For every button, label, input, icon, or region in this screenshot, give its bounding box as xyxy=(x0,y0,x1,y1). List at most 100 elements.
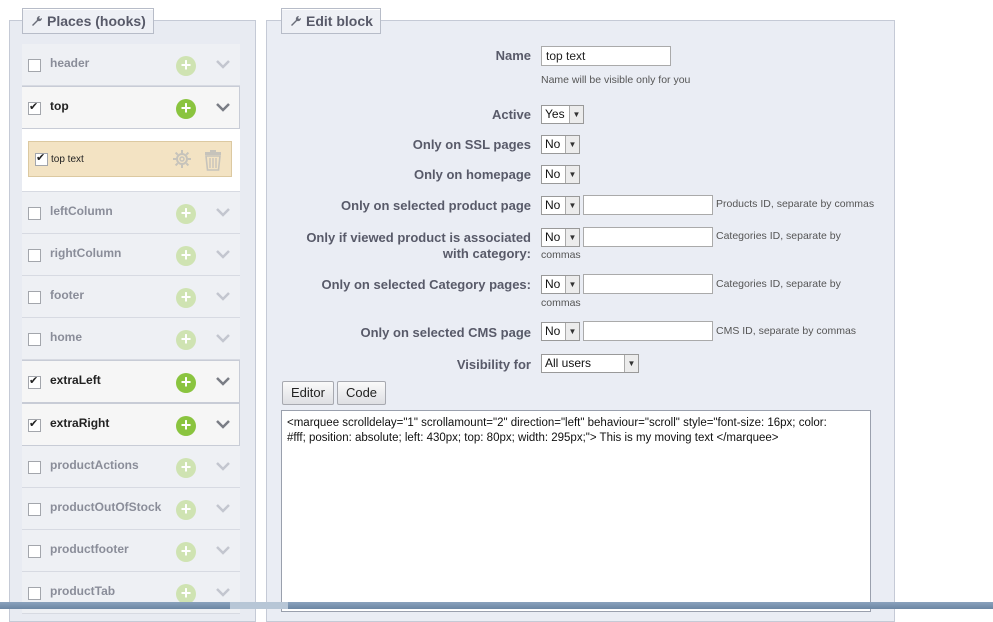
hook-checkbox[interactable] xyxy=(28,417,41,432)
ssl-select[interactable]: No ▼ xyxy=(541,135,580,154)
add-module-icon[interactable]: + xyxy=(176,542,196,562)
add-module-icon[interactable]: + xyxy=(176,500,196,520)
gear-icon[interactable] xyxy=(172,149,192,169)
wrench-icon xyxy=(291,15,302,26)
wrench-icon xyxy=(32,15,43,26)
cms-value: No xyxy=(545,324,561,338)
hook-checkbox[interactable] xyxy=(28,291,41,304)
hook-checkbox[interactable] xyxy=(28,374,41,389)
chevron-down-icon[interactable] xyxy=(214,245,232,263)
code-line: <marquee scrolldelay="1" scrollamount="2… xyxy=(287,417,827,429)
hook-row-home[interactable]: home + xyxy=(22,318,240,360)
hook-checkbox[interactable] xyxy=(28,461,41,474)
hook-checkbox[interactable] xyxy=(28,333,41,346)
code-editor[interactable]: <marquee scrolldelay="1" scrollamount="2… xyxy=(281,410,871,612)
hook-checkbox[interactable] xyxy=(28,503,41,516)
hook-row-rightColumn[interactable]: rightColumn + xyxy=(22,234,240,276)
hook-label: leftColumn xyxy=(50,204,113,218)
hook-label: rightColumn xyxy=(50,246,122,260)
cms-ids-input[interactable] xyxy=(583,321,713,341)
add-module-icon[interactable]: + xyxy=(176,458,196,478)
module-checkbox[interactable] xyxy=(35,151,48,166)
module-item[interactable]: top text xyxy=(28,141,232,177)
assoc-select[interactable]: No ▼ xyxy=(541,228,580,247)
chevron-down-icon[interactable] xyxy=(214,55,232,73)
code-button[interactable]: Code xyxy=(337,381,386,405)
chevron-down-icon: ▼ xyxy=(565,276,579,293)
add-module-icon[interactable]: + xyxy=(176,204,196,224)
trash-icon[interactable] xyxy=(203,149,223,171)
visibility-select[interactable]: All users ▼ xyxy=(541,354,639,373)
hook-label: top xyxy=(50,99,69,113)
add-module-icon[interactable]: + xyxy=(176,584,196,604)
chevron-down-icon: ▼ xyxy=(565,323,579,340)
chevron-down-icon[interactable] xyxy=(214,415,232,433)
hook-row-header[interactable]: header + xyxy=(22,44,240,86)
hook-row-productActions[interactable]: productActions + xyxy=(22,446,240,488)
chevron-down-icon: ▼ xyxy=(569,106,583,123)
hook-label: footer xyxy=(50,288,84,302)
add-module-icon[interactable]: + xyxy=(176,56,196,76)
hook-label: extraLeft xyxy=(50,373,101,387)
visibility-label: Visibility for xyxy=(456,357,531,372)
chevron-down-icon[interactable] xyxy=(214,287,232,305)
places-legend: Places (hooks) xyxy=(22,8,154,34)
product-select[interactable]: No ▼ xyxy=(541,196,580,215)
hook-row-productfooter[interactable]: productfooter + xyxy=(22,530,240,572)
homepage-select[interactable]: No ▼ xyxy=(541,165,580,184)
active-select[interactable]: Yes ▼ xyxy=(541,105,584,124)
hook-label: extraRight xyxy=(50,416,110,430)
hook-row-productOutOfStock[interactable]: productOutOfStock + xyxy=(22,488,240,530)
hook-row-footer[interactable]: footer + xyxy=(22,276,240,318)
hook-checkbox[interactable] xyxy=(28,249,41,262)
hook-row-extraRight[interactable]: extraRight + xyxy=(22,403,240,446)
assoc-value: No xyxy=(545,230,561,244)
chevron-down-icon[interactable] xyxy=(214,372,232,390)
chevron-down-icon[interactable] xyxy=(214,98,232,116)
hook-checkbox[interactable] xyxy=(28,545,41,558)
hook-checkbox[interactable] xyxy=(28,100,41,115)
name-input[interactable]: top text xyxy=(541,46,671,66)
assoc-ids-input[interactable] xyxy=(583,227,713,247)
chevron-down-icon: ▼ xyxy=(565,229,579,246)
hook-checkbox[interactable] xyxy=(28,587,41,600)
edit-block-legend: Edit block xyxy=(281,8,381,34)
add-module-icon[interactable]: + xyxy=(176,99,196,119)
hook-label: productfooter xyxy=(50,542,129,556)
hook-row-top[interactable]: top + xyxy=(22,86,240,129)
homepage-label: Only on homepage xyxy=(413,167,531,182)
chevron-down-icon[interactable] xyxy=(214,329,232,347)
hook-label: productActions xyxy=(50,458,139,472)
category-ids-input[interactable] xyxy=(583,274,713,294)
chevron-down-icon[interactable] xyxy=(214,203,232,221)
ssl-value: No xyxy=(545,137,561,151)
add-module-icon[interactable]: + xyxy=(176,288,196,308)
add-module-icon[interactable]: + xyxy=(176,246,196,266)
active-label: Active xyxy=(491,107,531,122)
hook-label: home xyxy=(50,330,83,344)
category-hint-line2: commas xyxy=(541,297,581,309)
hook-modules-top: top text xyxy=(22,129,240,192)
editor-button[interactable]: Editor xyxy=(282,381,334,405)
hook-checkbox[interactable] xyxy=(28,59,41,72)
cms-select[interactable]: No ▼ xyxy=(541,322,580,341)
category-select[interactable]: No ▼ xyxy=(541,275,580,294)
chevron-down-icon[interactable] xyxy=(214,457,232,475)
hook-row-extraLeft[interactable]: extraLeft + xyxy=(22,360,240,403)
add-module-icon[interactable]: + xyxy=(176,330,196,350)
chevron-down-icon[interactable] xyxy=(214,499,232,517)
add-module-icon[interactable]: + xyxy=(176,416,196,436)
taskbar-item[interactable] xyxy=(230,602,288,609)
add-module-icon[interactable]: + xyxy=(176,373,196,393)
places-legend-text: Places (hooks) xyxy=(47,13,146,29)
chevron-down-icon[interactable] xyxy=(214,541,232,559)
product-ids-input[interactable] xyxy=(583,195,713,215)
code-line: #fff; position: absolute; left: 430px; t… xyxy=(287,432,779,444)
hook-row-leftColumn[interactable]: leftColumn + xyxy=(22,192,240,234)
chevron-down-icon: ▼ xyxy=(565,166,579,183)
code-text: <marquee scrolldelay="1" scrollamount="2… xyxy=(287,416,865,446)
visibility-value: All users xyxy=(545,356,592,370)
hook-checkbox[interactable] xyxy=(28,207,41,220)
hook-label: productTab xyxy=(50,584,116,598)
chevron-down-icon[interactable] xyxy=(214,583,232,601)
